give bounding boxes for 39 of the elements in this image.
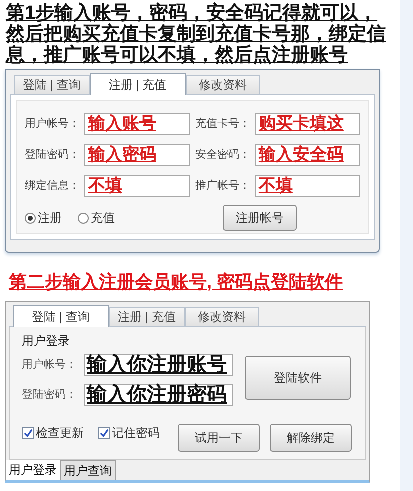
field-label: 用户帐号： [25,116,81,132]
button[interactable]: 试用一下 [178,424,260,452]
checkbox-label: 记住密码 [112,425,160,442]
field-label: 安全密码： [196,148,252,163]
input-field[interactable]: 输入安全码 [254,144,360,166]
input-field[interactable]: 输入你注册密码 [84,384,233,406]
field-label: 登陆密码： [25,148,81,163]
radio-label: 充值 [91,210,115,227]
tab[interactable]: 注册 | 充值 [90,73,186,95]
field-label: 充值卡号： [196,116,252,132]
input-field[interactable]: 输入账号 [84,113,190,135]
group-title: 用户登录 [22,333,71,350]
input-field[interactable]: 购买卡填这 [254,113,360,135]
radio-button[interactable] [78,212,89,224]
field-label: 登陆密码： [22,388,78,403]
tab[interactable]: 登陆 | 查询 [14,75,90,94]
tab[interactable]: 用户登录 [6,460,61,480]
input-field[interactable]: 输入你注册账号 [84,354,233,376]
tab[interactable]: 修改资料 [186,75,260,94]
field-label: 用户帐号： [22,358,78,373]
tab[interactable]: 注册 | 充值 [109,307,185,326]
tab[interactable]: 登陆 | 查询 [13,305,109,327]
input-field[interactable]: 不填 [84,175,190,197]
input-field[interactable]: 不填 [254,175,360,197]
field-label: 绑定信息： [25,178,81,194]
checkbox-label: 检查更新 [36,425,84,442]
step-heading: 第二步输入注册会员账号, 密码点登陆软件 [9,271,344,293]
button[interactable]: 登陆软件 [245,356,351,400]
tab[interactable]: 用户查询 [61,460,116,480]
field-label: 推广帐号： [196,178,252,194]
button[interactable]: 解除绑定 [270,424,352,452]
radio-button[interactable] [25,212,36,224]
step-heading: 第1步输入账号，密码，安全码记得就可以，然后把购买充值卡复制到充值卡号那，绑定信息，推广账号可以不填，然后点注册账号 [6,3,387,66]
button[interactable]: 注册帐号 [223,205,297,231]
checkbox[interactable] [22,427,34,439]
tab[interactable]: 修改资料 [184,307,259,326]
checkbox[interactable] [98,427,110,439]
radio-label: 注册 [38,210,62,227]
input-field[interactable]: 输入密码 [84,144,190,166]
